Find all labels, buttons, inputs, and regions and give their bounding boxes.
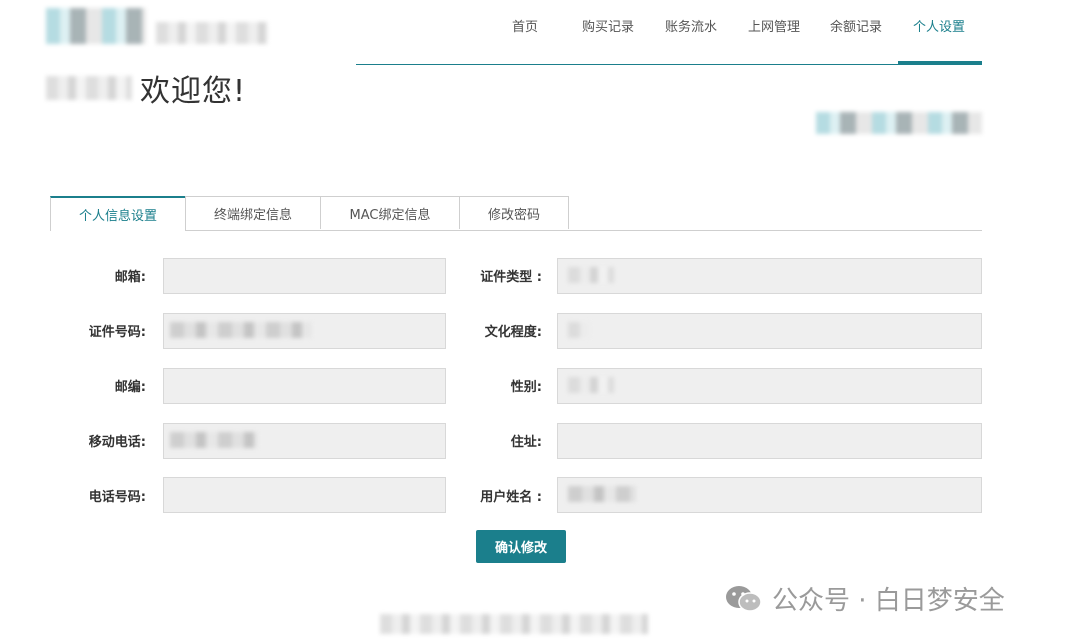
email-field[interactable]	[163, 258, 446, 294]
nav-purchase-records[interactable]: 购买记录	[582, 16, 634, 35]
id-type-select[interactable]	[557, 258, 982, 294]
education-value	[568, 322, 590, 338]
gender-value	[568, 377, 614, 393]
header-divider	[356, 64, 982, 65]
email-label: 邮箱:	[114, 270, 146, 285]
id-number-label: 证件号码:	[88, 325, 146, 340]
id-number-value	[170, 322, 312, 338]
username-value	[568, 486, 636, 502]
settings-tabs: 个人信息设置 终端绑定信息 MAC绑定信息 修改密码	[50, 196, 982, 231]
postcode-label: 邮编:	[114, 380, 146, 395]
wechat-watermark: 公众号 · 白日梦安全	[724, 580, 1005, 617]
id-type-label: 证件类型 :	[480, 270, 542, 285]
tab-mac-binding[interactable]: MAC绑定信息	[320, 196, 460, 229]
username-label: 用户姓名 :	[480, 490, 542, 505]
watermark-text: 公众号 · 白日梦安全	[772, 586, 1005, 616]
phone-label: 电话号码:	[88, 490, 146, 505]
user-info-line	[816, 112, 982, 134]
postcode-field[interactable]	[163, 368, 446, 404]
mobile-label: 移动电话:	[88, 435, 146, 450]
id-type-value	[568, 267, 614, 283]
nav-internet-management[interactable]: 上网管理	[748, 16, 800, 35]
confirm-modify-button[interactable]: 确认修改	[476, 530, 566, 563]
nav-home[interactable]: 首页	[512, 16, 538, 35]
site-logo	[46, 8, 146, 44]
site-name	[156, 22, 268, 44]
username	[46, 76, 132, 100]
gender-select[interactable]	[557, 368, 982, 404]
mobile-value	[170, 432, 258, 448]
nav-account-flow[interactable]: 账务流水	[665, 16, 717, 35]
gender-label: 性别:	[510, 380, 542, 395]
education-select[interactable]	[557, 313, 982, 349]
wechat-icon	[724, 584, 764, 614]
footer-text	[380, 614, 648, 634]
education-label: 文化程度:	[484, 325, 542, 340]
phone-field[interactable]	[163, 477, 446, 513]
tab-terminal-binding[interactable]: 终端绑定信息	[185, 196, 321, 229]
address-field[interactable]	[557, 423, 982, 459]
address-label: 住址:	[510, 435, 542, 450]
tab-personal-info[interactable]: 个人信息设置	[50, 196, 186, 231]
welcome-text: 欢迎您!	[140, 74, 247, 109]
nav-balance-records[interactable]: 余额记录	[830, 16, 882, 35]
tab-change-password[interactable]: 修改密码	[459, 196, 569, 229]
active-nav-indicator	[898, 61, 982, 65]
nav-personal-settings[interactable]: 个人设置	[913, 16, 965, 35]
